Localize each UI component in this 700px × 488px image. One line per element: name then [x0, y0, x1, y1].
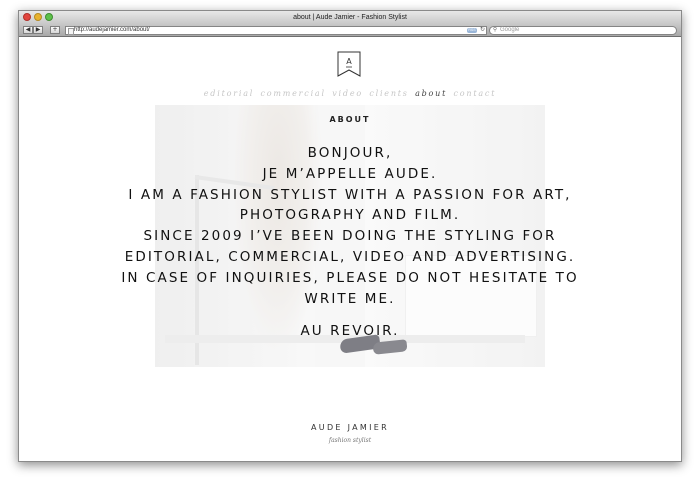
reload-icon[interactable]: ↻	[480, 27, 485, 34]
nav-item-clients[interactable]: clients	[369, 89, 408, 98]
browser-toolbar: ◀ ▶ + http://audejamier.com/about/ RSS ↻…	[19, 24, 681, 37]
about-line: BONJOUR,	[307, 145, 393, 161]
window-controls	[23, 13, 53, 21]
favicon-icon	[68, 28, 74, 35]
rss-icon[interactable]: RSS	[467, 28, 477, 33]
about-line: IN CASE OF INQUIRIES, PLEASE DO NOT HESI…	[121, 269, 579, 286]
about-line: SINCE 2009 I’VE BEEN DOING THE STYLING F…	[143, 228, 557, 245]
footer-subtitle: fashion stylist	[328, 437, 372, 444]
zoom-window-button[interactable]	[45, 13, 53, 21]
window-title: about | Aude Jamier - Fashion Stylist	[293, 14, 407, 21]
search-placeholder: Google	[500, 27, 520, 33]
about-heading: ABOUT	[329, 115, 371, 124]
search-icon: ⚲	[493, 27, 498, 33]
logo-letter: A	[346, 57, 352, 66]
browser-window: about | Aude Jamier - Fashion Stylist ◀ …	[18, 10, 682, 462]
nav-item-video[interactable]: video	[332, 89, 363, 98]
footer-name: AUDE JAMIER	[311, 423, 389, 432]
about-line: PHOTOGRAPHY AND FILM.	[239, 207, 461, 224]
add-bookmark-button[interactable]: +	[50, 26, 60, 34]
search-field[interactable]: ⚲ Google	[489, 26, 677, 35]
title-bar: about | Aude Jamier - Fashion Stylist	[19, 11, 681, 24]
nav-item-contact[interactable]: contact	[453, 89, 496, 98]
nav-item-editorial[interactable]: editorial	[204, 89, 254, 98]
about-line: JE M’APPELLE AUDE.	[262, 165, 438, 182]
address-bar[interactable]: http://audejamier.com/about/ RSS ↻	[65, 26, 487, 35]
url-text: http://audejamier.com/about/	[74, 27, 150, 33]
nav-item-about[interactable]: about	[415, 89, 447, 98]
page-content: A editorial commercial video clients abo…	[19, 37, 681, 461]
about-line: WRITE ME.	[304, 290, 396, 307]
minimize-window-button[interactable]	[34, 13, 42, 21]
back-button[interactable]: ◀	[23, 26, 33, 34]
about-line: I AM A FASHION STYLIST WITH A PASSION FO…	[128, 186, 572, 203]
close-window-button[interactable]	[23, 13, 31, 21]
about-text: BONJOUR, JE M’APPELLE AUDE. I AM A FASHI…	[19, 143, 681, 342]
main-nav: editorial commercial video clients about…	[19, 89, 681, 98]
forward-button[interactable]: ▶	[33, 26, 43, 34]
about-closing: AU REVOIR.	[300, 323, 400, 340]
nav-item-commercial[interactable]: commercial	[260, 89, 325, 98]
logo-icon[interactable]: A	[337, 51, 361, 77]
about-line: EDITORIAL, COMMERCIAL, VIDEO AND ADVERTI…	[124, 248, 576, 265]
